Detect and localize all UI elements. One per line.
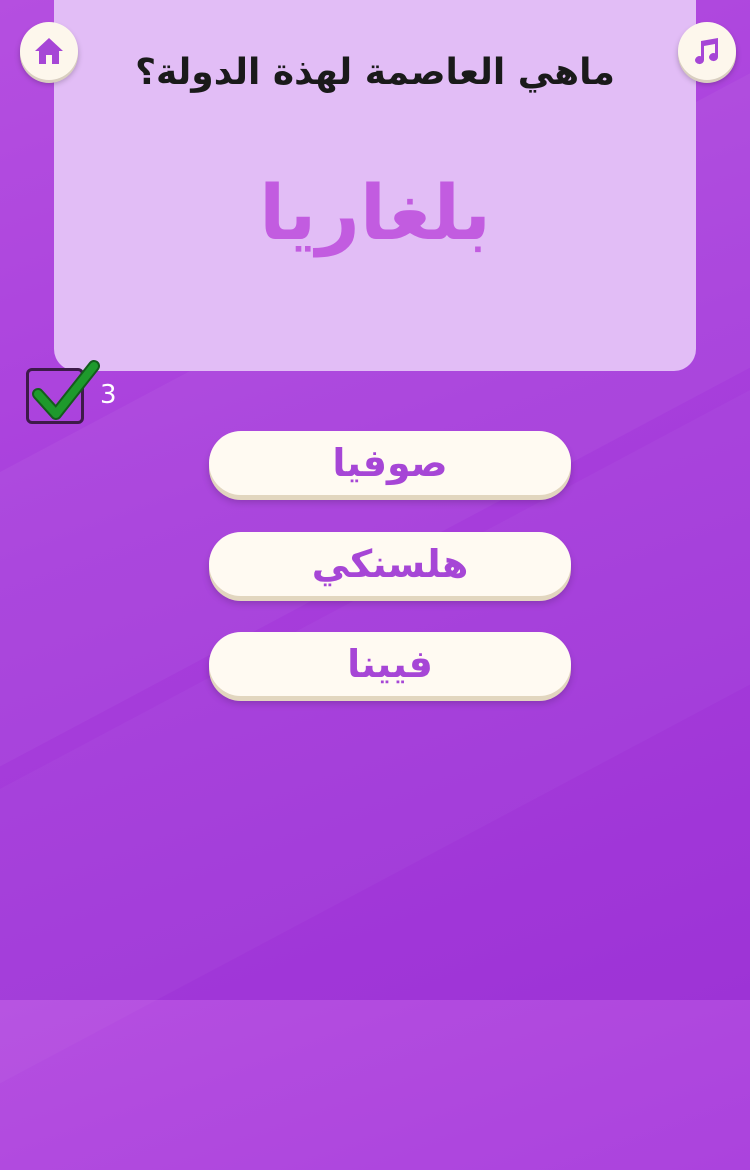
answer-option-1[interactable]: صوفيا xyxy=(209,431,571,495)
checkmark-icon xyxy=(32,360,100,420)
country-name: بلغاريا xyxy=(259,168,491,257)
music-icon xyxy=(695,38,719,65)
answer-option-3[interactable]: فيينا xyxy=(209,632,571,696)
question-card: ماهي العاصمة لهذة الدولة؟ بلغاريا xyxy=(54,0,696,371)
music-button[interactable] xyxy=(678,22,736,80)
question-prompt: ماهي العاصمة لهذة الدولة؟ xyxy=(135,52,615,93)
home-button[interactable] xyxy=(20,22,78,80)
answer-option-2[interactable]: هلسنكي xyxy=(209,532,571,596)
correct-count: 3 xyxy=(100,380,117,410)
home-icon xyxy=(35,38,63,64)
